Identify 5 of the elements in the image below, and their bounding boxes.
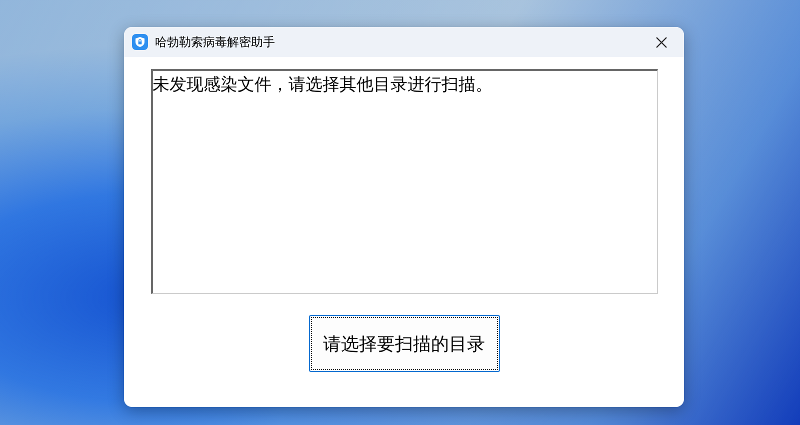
- shield-lock-icon: [132, 34, 148, 50]
- close-icon: [656, 36, 666, 48]
- window-title: 哈勃勒索病毒解密助手: [155, 34, 276, 50]
- select-directory-button[interactable]: 请选择要扫描的目录: [308, 315, 500, 372]
- message-text-area[interactable]: 未发现感染文件，请选择其他目录进行扫描。: [150, 69, 658, 294]
